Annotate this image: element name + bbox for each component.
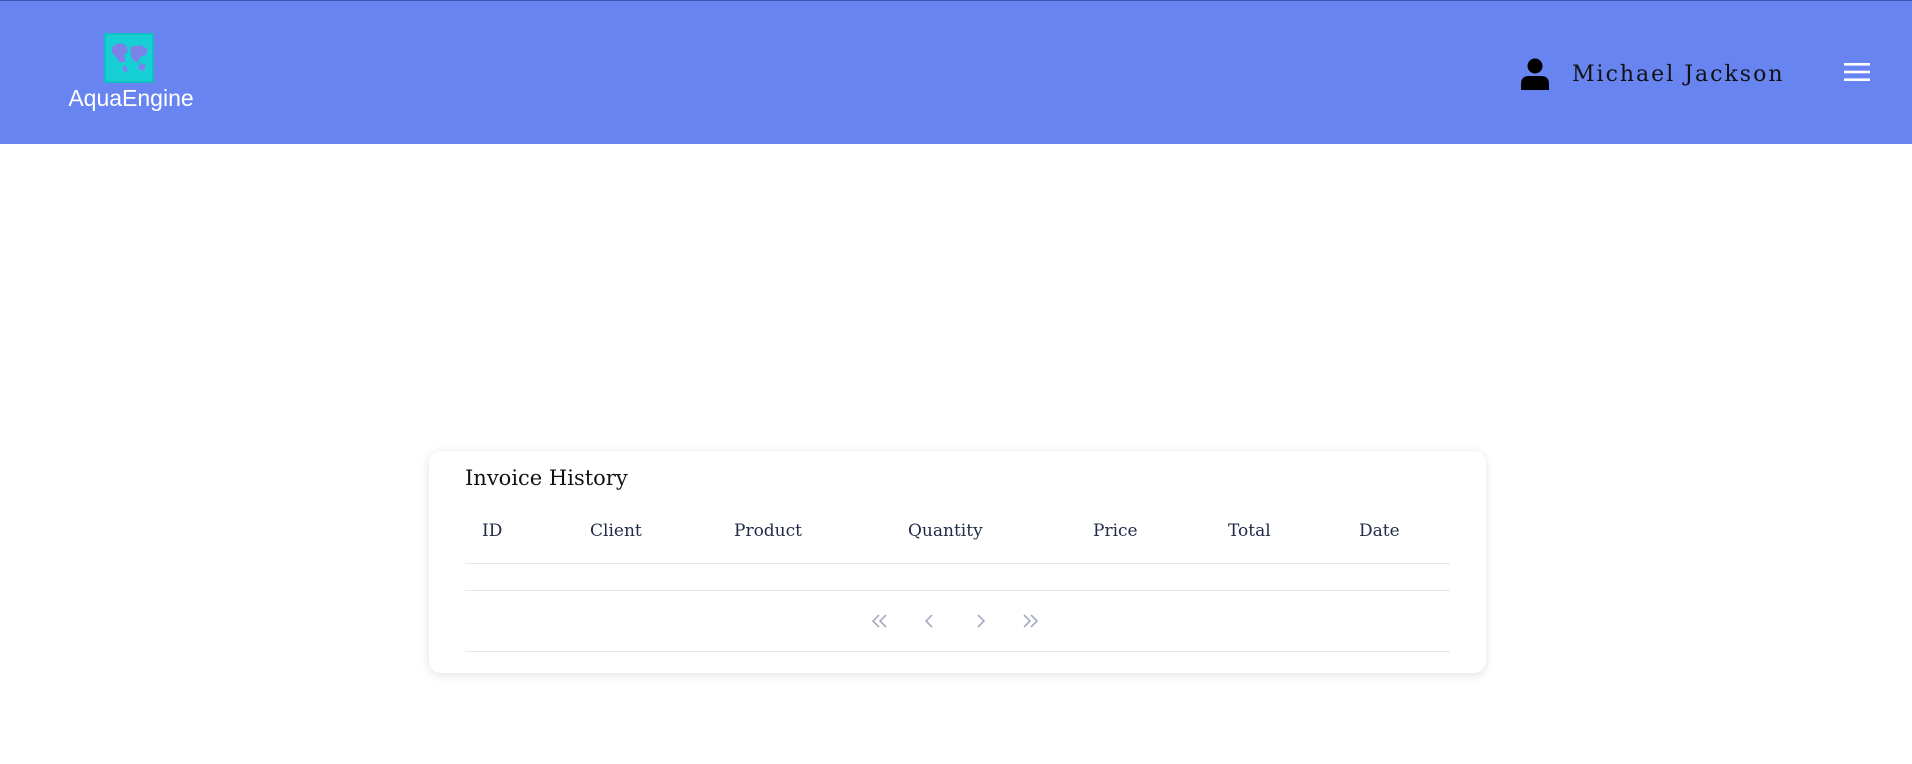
- card-title: Invoice History: [465, 466, 628, 490]
- previous-page-icon[interactable]: [917, 611, 941, 631]
- invoice-history-card: Invoice History ID Client Product Quanti…: [429, 451, 1486, 673]
- user-icon: [1521, 58, 1549, 90]
- column-header-date[interactable]: Date: [1359, 521, 1400, 541]
- column-header-price[interactable]: Price: [1093, 521, 1138, 541]
- next-page-icon[interactable]: [969, 611, 993, 631]
- first-page-icon[interactable]: [868, 611, 892, 631]
- column-header-id[interactable]: ID: [482, 521, 502, 541]
- column-header-client[interactable]: Client: [590, 521, 642, 541]
- user-name: Michael Jackson: [1572, 61, 1785, 87]
- top-header: AquaEngine Michael Jackson: [0, 0, 1912, 144]
- table-header: ID Client Product Quantity Price Total D…: [465, 521, 1450, 564]
- column-header-total[interactable]: Total: [1228, 521, 1271, 541]
- logo-text: AquaEngine: [68, 85, 194, 111]
- user-profile[interactable]: Michael Jackson: [1520, 57, 1785, 91]
- column-header-quantity[interactable]: Quantity: [908, 521, 983, 541]
- logo-world-map-icon: [104, 33, 154, 83]
- logo[interactable]: AquaEngine: [64, 33, 204, 117]
- pagination: [465, 591, 1450, 652]
- column-header-product[interactable]: Product: [734, 521, 802, 541]
- hamburger-menu-icon[interactable]: [1842, 59, 1872, 85]
- last-page-icon[interactable]: [1018, 611, 1042, 631]
